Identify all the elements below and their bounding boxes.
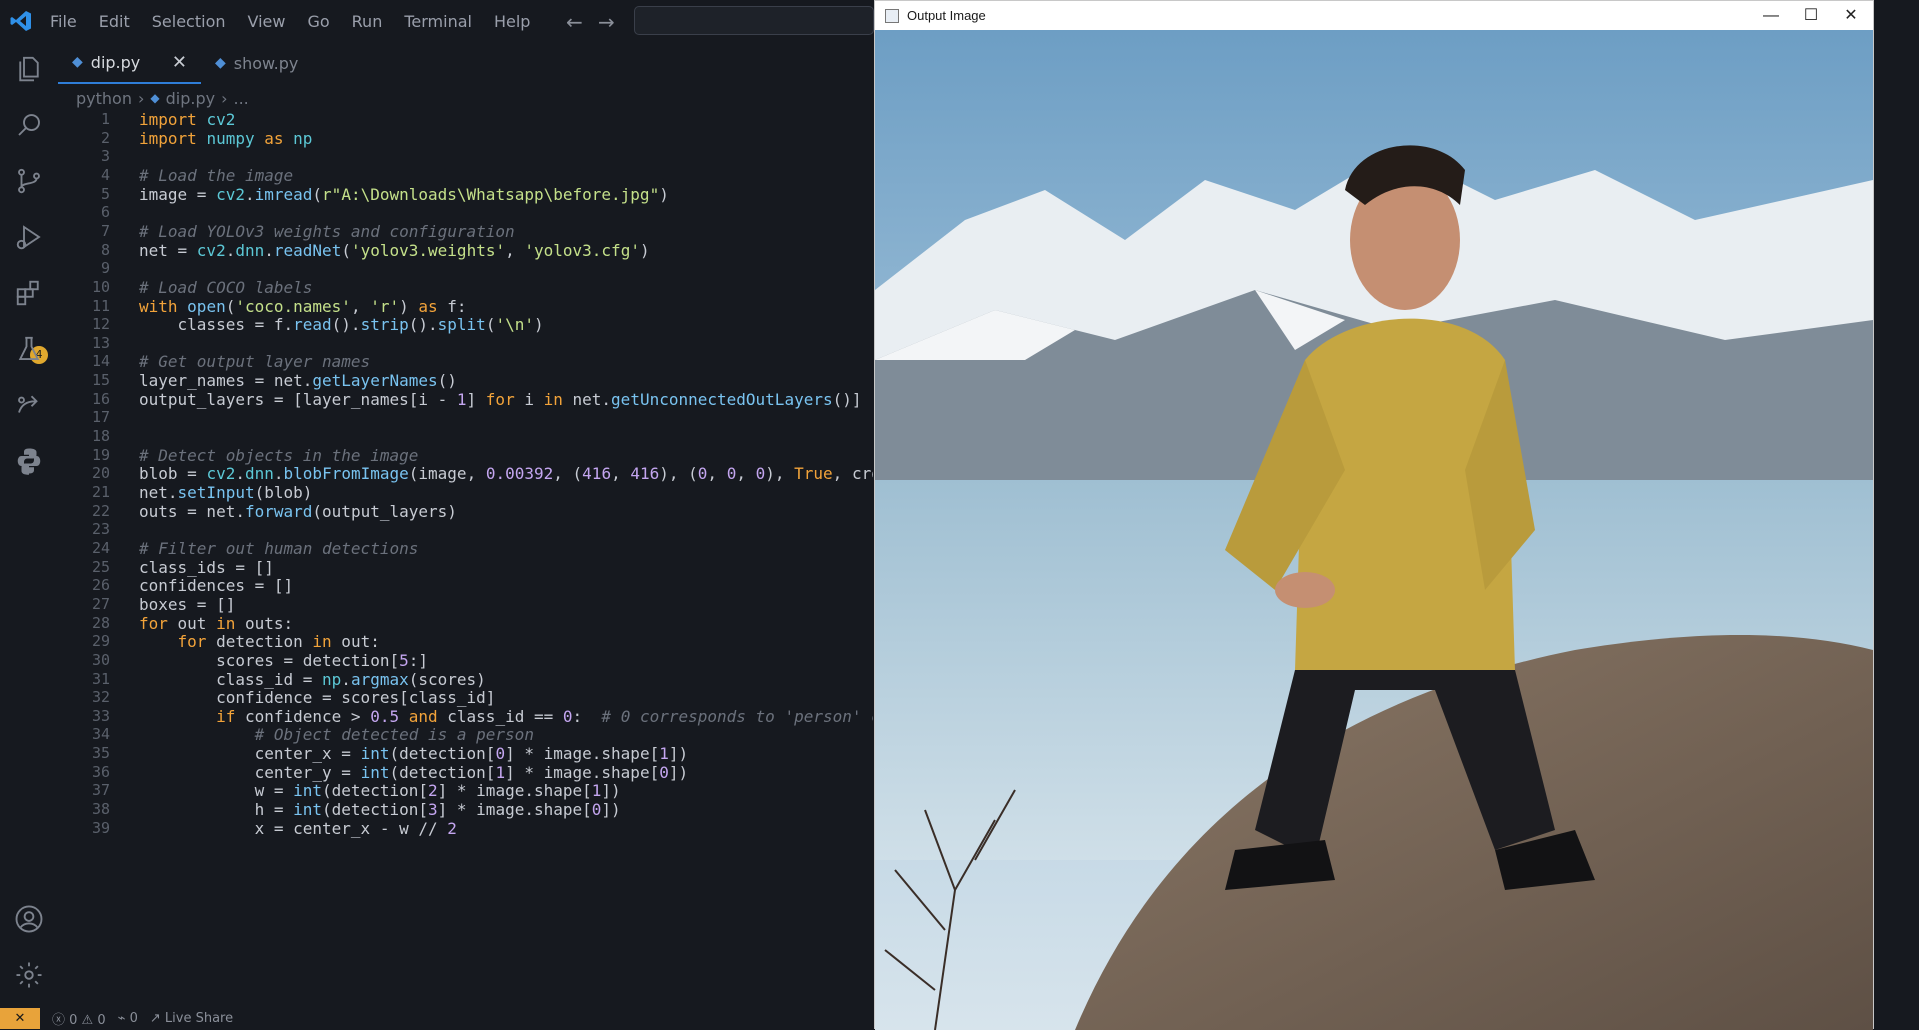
problems-status[interactable]: ⓧ 0 ⚠ 0	[52, 1009, 106, 1028]
code-text: # Filter out human detections	[139, 538, 419, 558]
code-text: center_y = int(detection[1] * image.shap…	[139, 762, 689, 782]
line-number: 39	[91, 818, 110, 837]
chevron-right-icon: ›	[221, 88, 228, 108]
code-text: class_ids = []	[139, 557, 274, 577]
ports-status[interactable]: ⌁ 0	[118, 1011, 138, 1026]
code-text: import cv2	[139, 110, 236, 129]
testing-icon[interactable]	[12, 332, 46, 366]
vscode-logo-icon	[10, 11, 31, 31]
maximize-button[interactable]: ☐	[1791, 1, 1831, 30]
tab-label: dip.py	[90, 52, 141, 72]
menu-file[interactable]: File	[50, 12, 77, 31]
code-text: for out in outs:	[139, 613, 294, 633]
window-title: Output Image	[907, 8, 986, 23]
tab-dip-py[interactable]: ◆ dip.py ✕	[58, 42, 201, 84]
code-text: net = cv2.dnn.readNet('yolov3.weights', …	[139, 240, 650, 260]
breadcrumb: python › ◆ dip.py › ...	[76, 86, 255, 110]
code-text: with open('coco.names', 'r') as f:	[139, 296, 467, 316]
menu-help[interactable]: Help	[494, 12, 530, 31]
warnings-count: 0	[97, 1013, 106, 1028]
code-text: blob = cv2.dnn.blobFromImage(image, 0.00…	[139, 464, 873, 484]
code-text: # Detect objects in the image	[139, 445, 419, 465]
code-text: image = cv2.imread(r"A:\Downloads\Whatsa…	[139, 184, 669, 204]
code-text: class_id = np.argmax(scores)	[139, 669, 486, 689]
code-text: h = int(detection[3] * image.shape[0])	[139, 800, 621, 820]
source-control-icon[interactable]	[12, 164, 46, 198]
account-icon[interactable]	[12, 902, 46, 936]
menu-run[interactable]: Run	[352, 12, 383, 31]
code-editor[interactable]: 1 import cv2 2 import numpy as np 3 4 # Load t…	[58, 110, 873, 1008]
activity-bar: 4	[0, 42, 58, 1008]
python-file-icon: ◆	[72, 54, 83, 70]
code-text: # Object detected is a person	[254, 725, 534, 745]
code-line[interactable]: 39 x = center_x - w // 2	[58, 818, 457, 842]
breadcrumb-file[interactable]: dip.py	[166, 89, 215, 108]
live-share-icon[interactable]	[12, 388, 46, 422]
code-text: scores = detection[5:]	[139, 650, 428, 670]
output-image-window: Output Image — ☐ ✕	[874, 0, 1874, 1030]
output-photo	[875, 30, 1873, 1030]
editor-tabs: ◆ dip.py ✕ ◆ show.py	[58, 42, 873, 84]
code-text: if confidence > 0.5 and class_id == 0: #…	[216, 706, 873, 726]
menu-bar: File Edit Selection View Go Run Terminal…	[50, 0, 552, 42]
code-text: # Load COCO labels	[139, 277, 313, 297]
errors-count: 0	[69, 1013, 78, 1028]
command-center-search[interactable]	[634, 6, 874, 35]
minimize-button[interactable]: —	[1751, 1, 1791, 30]
code-text: boxes = []	[139, 594, 236, 614]
code-text: import numpy as np	[139, 128, 313, 148]
menu-go[interactable]: Go	[307, 12, 329, 31]
search-icon[interactable]	[12, 108, 46, 142]
code-text: layer_names = net.getLayerNames()	[139, 371, 457, 391]
remote-indicator-icon[interactable]: ✕	[0, 1008, 40, 1029]
code-text: center_x = int(detection[0] * image.shap…	[139, 744, 689, 764]
python-file-icon: ◆	[150, 91, 160, 105]
extensions-icon[interactable]	[12, 276, 46, 310]
code-text: w = int(detection[2] * image.shape[1])	[139, 781, 621, 801]
settings-gear-icon[interactable]	[12, 958, 46, 992]
tab-label: show.py	[233, 53, 299, 73]
code-text: for detection in out:	[177, 632, 380, 652]
code-text: classes = f.read().strip().split('\n')	[139, 315, 544, 335]
window-app-icon	[885, 8, 899, 23]
python-file-icon: ◆	[215, 55, 226, 71]
live-share-label: Live Share	[164, 1011, 234, 1026]
menu-edit[interactable]: Edit	[99, 12, 130, 31]
code-text: outs = net.forward(output_layers)	[139, 501, 457, 521]
code-text: x = center_x - w // 2	[139, 818, 457, 838]
menu-selection[interactable]: Selection	[152, 12, 226, 31]
back-arrow-icon[interactable]: ←	[566, 10, 583, 34]
code-text: output_layers = [layer_names[i - 1] for …	[139, 389, 862, 409]
live-share-status[interactable]: ↗ Live Share	[150, 1011, 233, 1026]
breadcrumb-more[interactable]: ...	[233, 89, 248, 108]
code-text: confidences = []	[139, 576, 294, 596]
menu-view[interactable]: View	[248, 12, 286, 31]
minimap-strip[interactable]	[1874, 42, 1919, 1008]
tab-show-py[interactable]: ◆ show.py	[201, 42, 312, 84]
window-titlebar[interactable]: Output Image — ☐ ✕	[875, 1, 1873, 30]
close-tab-icon[interactable]: ✕	[172, 52, 187, 73]
chevron-right-icon: ›	[137, 88, 145, 108]
python-icon[interactable]	[12, 444, 46, 478]
ports-count: 0	[129, 1011, 138, 1026]
code-text: net.setInput(blob)	[139, 483, 313, 502]
code-text: # Load YOLOv3 weights and configuration	[139, 221, 515, 241]
code-text: # Get output layer names	[139, 352, 371, 372]
menu-terminal[interactable]: Terminal	[404, 12, 472, 31]
breadcrumb-folder[interactable]: python	[76, 89, 132, 108]
forward-arrow-icon[interactable]: →	[598, 10, 615, 34]
run-debug-icon[interactable]	[12, 220, 46, 254]
close-window-button[interactable]: ✕	[1831, 1, 1871, 30]
code-text: confidence = scores[class_id]	[139, 688, 496, 708]
explorer-icon[interactable]	[12, 52, 46, 86]
code-text: # Load the image	[139, 165, 294, 185]
